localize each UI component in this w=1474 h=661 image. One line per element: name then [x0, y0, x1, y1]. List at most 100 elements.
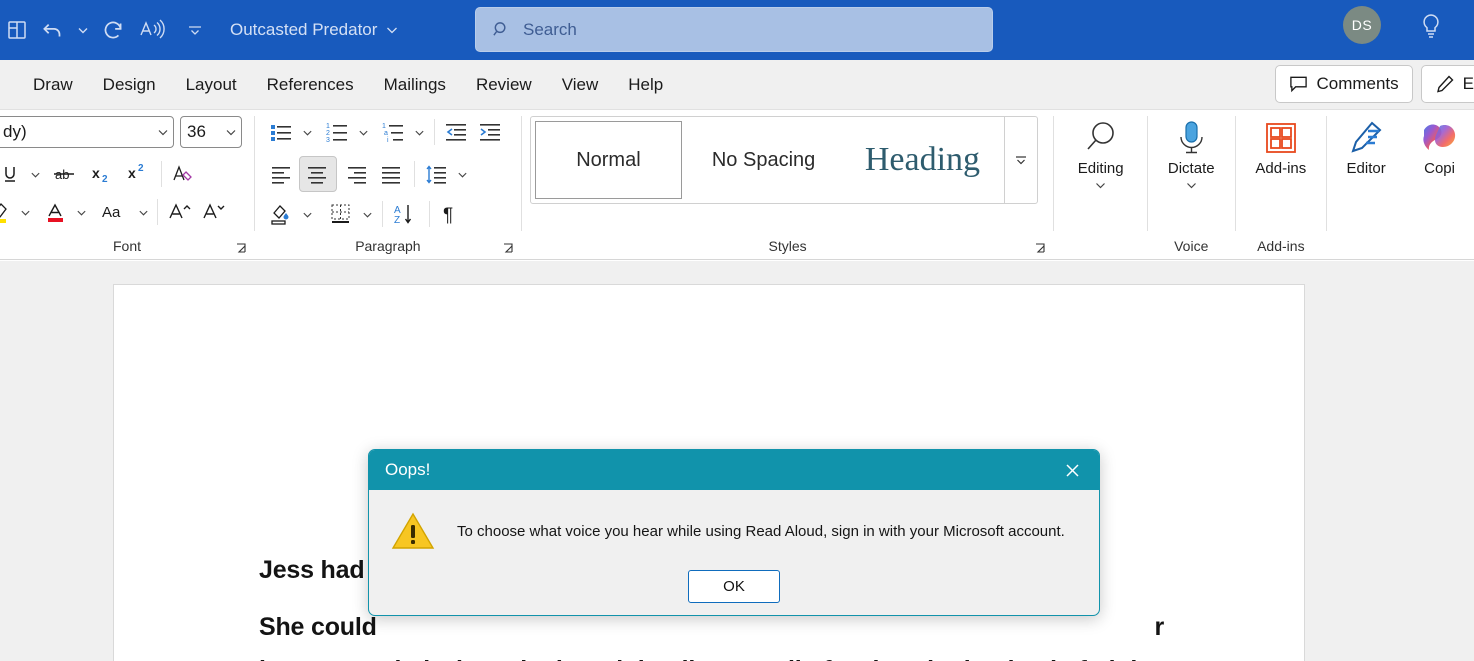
change-case-chevron-down-icon[interactable]	[134, 196, 152, 228]
borders-chevron-down-icon[interactable]	[359, 198, 377, 230]
grow-font-button[interactable]	[163, 196, 197, 228]
show-formatting-marks-button[interactable]: ¶	[435, 198, 467, 230]
copilot-group-label	[1405, 233, 1474, 259]
superscript-button[interactable]: x 2	[122, 158, 156, 190]
underline-button[interactable]	[0, 158, 26, 190]
close-icon[interactable]	[1057, 455, 1087, 485]
search-input[interactable]: Search	[475, 7, 993, 52]
ribbon-group-styles: Normal No Spacing Heading Styles	[522, 110, 1054, 259]
tab-layout[interactable]: Layout	[171, 69, 252, 101]
tab-help[interactable]: Help	[613, 69, 678, 101]
text-highlight-color-button[interactable]	[0, 196, 16, 228]
multilevel-list-button[interactable]: 1 a i	[377, 116, 411, 148]
quick-access-toolbar	[0, 10, 206, 50]
lightbulb-icon[interactable]	[1418, 12, 1446, 42]
increase-indent-button[interactable]	[474, 116, 508, 148]
styles-group-label-row: Styles	[522, 233, 1054, 259]
styles-dialog-launcher-icon[interactable]	[1034, 242, 1047, 255]
editing-button[interactable]: Editing	[1062, 110, 1140, 191]
tab-references[interactable]: References	[252, 69, 369, 101]
line-spacing-chevron-down-icon[interactable]	[454, 158, 472, 190]
ribbon-group-editor: Editor	[1327, 110, 1405, 259]
align-center-button[interactable]	[298, 156, 337, 192]
style-no-spacing-label: No Spacing	[711, 148, 816, 171]
svg-text:x: x	[92, 165, 100, 181]
decrease-indent-button[interactable]	[440, 116, 474, 148]
justify-button[interactable]	[375, 158, 409, 190]
tab-design[interactable]: Design	[88, 69, 171, 101]
numbering-button[interactable]: 1 2 3	[321, 116, 355, 148]
styles-more-button[interactable]	[1003, 117, 1037, 203]
font-name-chevron-down-icon[interactable]	[157, 126, 169, 138]
change-case-button[interactable]: Aa	[96, 196, 134, 228]
divider	[413, 161, 415, 187]
dictate-button[interactable]: Dictate	[1152, 110, 1230, 191]
underline-chevron-down-icon[interactable]	[26, 158, 44, 190]
customize-quick-access-toolbar-icon[interactable]	[184, 10, 206, 50]
strikethrough-button[interactable]: ab	[48, 158, 80, 190]
dictate-button-label: Dictate	[1167, 160, 1215, 177]
style-heading[interactable]: Heading	[841, 117, 1004, 203]
paragraph-dialog-launcher-icon[interactable]	[502, 242, 515, 255]
avatar[interactable]: DS	[1343, 6, 1381, 44]
shading-button[interactable]	[265, 198, 299, 230]
ribbon-group-paragraph: 1 2 3 1 a i A Z ¶ Paragraph	[255, 110, 521, 259]
font-group-row-2: ab x 2 x 2	[0, 158, 201, 190]
comments-button[interactable]: Comments	[1275, 65, 1413, 103]
font-size-combobox[interactable]: 36	[180, 116, 242, 148]
pencil-icon	[1435, 74, 1455, 94]
add-ins-button-label: Add-ins	[1255, 160, 1307, 177]
tab-mailings[interactable]: Mailings	[369, 69, 461, 101]
svg-text:Z: Z	[394, 215, 400, 226]
style-normal[interactable]: Normal	[534, 121, 683, 199]
copilot-button[interactable]: Copi	[1405, 110, 1474, 177]
undo-icon[interactable]	[34, 10, 72, 50]
font-size-chevron-down-icon[interactable]	[225, 126, 237, 138]
search-placeholder-text: Search	[523, 19, 577, 39]
paragraph-group-row-3: A Z ¶	[265, 198, 467, 230]
voice-group-label: Voice	[1174, 238, 1209, 254]
align-right-button[interactable]	[341, 158, 375, 190]
addins-group-label-row: Add-ins	[1236, 233, 1327, 259]
editor-button[interactable]: Editor	[1327, 110, 1405, 177]
subscript-button[interactable]: x 2	[86, 158, 120, 190]
add-ins-button[interactable]: Add-ins	[1242, 110, 1320, 177]
magnifier-icon	[1081, 118, 1121, 158]
align-left-button[interactable]	[265, 158, 299, 190]
highlight-chevron-down-icon[interactable]	[16, 196, 34, 228]
line-spacing-button[interactable]	[420, 158, 454, 190]
read-aloud-icon[interactable]	[132, 10, 170, 50]
shading-chevron-down-icon[interactable]	[299, 198, 317, 230]
sort-button[interactable]: A Z	[388, 198, 424, 230]
style-no-spacing[interactable]: No Spacing	[686, 117, 842, 203]
dictate-chevron-down-icon[interactable]	[1185, 179, 1198, 191]
clear-formatting-button[interactable]	[167, 158, 201, 190]
ok-button[interactable]: OK	[688, 570, 780, 603]
save-icon[interactable]	[0, 10, 34, 50]
bullets-chevron-down-icon[interactable]	[299, 116, 317, 148]
search-box-container[interactable]: Search	[475, 7, 993, 52]
dialog-title-bar: Oops!	[369, 450, 1099, 490]
dialog-body: To choose what voice you hear while usin…	[369, 490, 1099, 552]
document-title-chevron-down-icon[interactable]	[385, 23, 399, 37]
bullets-button[interactable]	[265, 116, 299, 148]
editing-group-label	[1054, 233, 1147, 259]
font-dialog-launcher-icon[interactable]	[235, 242, 248, 255]
multilevel-chevron-down-icon[interactable]	[411, 116, 429, 148]
font-color-chevron-down-icon[interactable]	[72, 196, 90, 228]
divider	[433, 119, 435, 145]
document-paragraph-2-start: She could	[259, 613, 377, 641]
borders-button[interactable]	[325, 198, 359, 230]
tab-review[interactable]: Review	[461, 69, 547, 101]
tab-draw[interactable]: Draw	[18, 69, 88, 101]
font-name-combobox[interactable]: dy)	[0, 116, 174, 148]
tab-view[interactable]: View	[547, 69, 614, 101]
document-title[interactable]: Outcasted Predator	[230, 20, 399, 40]
font-color-button[interactable]	[40, 196, 72, 228]
editing-chevron-down-icon[interactable]	[1094, 179, 1107, 191]
shrink-font-button[interactable]	[197, 196, 231, 228]
numbering-chevron-down-icon[interactable]	[355, 116, 373, 148]
redo-icon[interactable]	[94, 10, 132, 50]
editing-mode-button[interactable]: E	[1420, 65, 1474, 103]
undo-chevron-down-icon[interactable]	[72, 10, 94, 50]
